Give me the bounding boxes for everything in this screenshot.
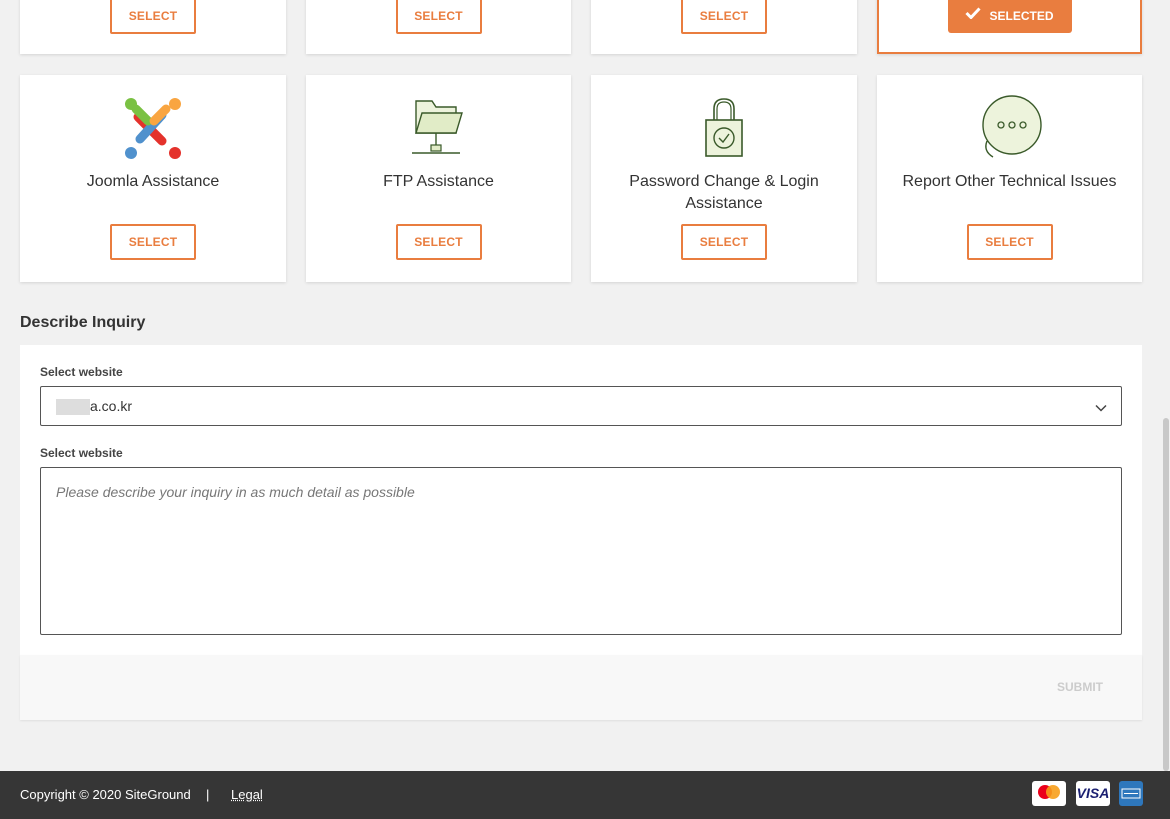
card-title: Password Change & Login Assistance: [629, 173, 819, 212]
service-card-top-2: SELECT: [306, 0, 571, 54]
description-label: Select website: [40, 446, 123, 460]
joomla-logo-icon: [118, 95, 188, 161]
description-textarea[interactable]: Please describe your inquiry in as much …: [40, 467, 1122, 635]
copyright-text: Copyright © 2020 SiteGround: [20, 787, 191, 802]
select-button[interactable]: SELECT: [395, 0, 482, 34]
visa-text: VISA: [1076, 785, 1110, 801]
select-button[interactable]: SELECT: [110, 224, 196, 260]
service-card-top-4-selected: SELECTED: [877, 0, 1142, 54]
website-label: Select website: [40, 365, 123, 379]
selected-button[interactable]: SELECTED: [947, 0, 1072, 33]
service-card-report: Report Other Technical Issues SELECT: [877, 75, 1142, 282]
ftp-folder-icon: [404, 95, 474, 161]
service-card-top-3: SELECT: [591, 0, 857, 54]
service-card-top-1: SELECT: [20, 0, 286, 54]
submit-button[interactable]: SUBMIT: [1045, 680, 1115, 698]
amex-icon: [1119, 781, 1143, 806]
card-title: Joomla Assistance: [86, 173, 220, 190]
visa-icon: VISA: [1076, 781, 1110, 806]
legal-link[interactable]: Legal: [231, 787, 263, 802]
service-card-ftp: FTP Assistance SELECT: [306, 75, 571, 282]
footer-separator: |: [206, 787, 210, 802]
page-footer: Copyright © 2020 SiteGround | Legal VISA: [0, 771, 1170, 819]
select-button[interactable]: SELECT: [681, 224, 767, 260]
scrollbar-thumb[interactable]: [1163, 418, 1169, 771]
website-value: a.co.kr: [90, 398, 133, 414]
redacted-text: [56, 399, 90, 415]
select-button[interactable]: SELECT: [110, 0, 196, 34]
card-title: Report Other Technical Issues: [902, 173, 1117, 190]
select-button[interactable]: SELECT: [395, 224, 482, 260]
select-button[interactable]: SELECT: [966, 224, 1053, 260]
selected-label: SELECTED: [989, 9, 1054, 23]
website-select[interactable]: a.co.kr: [40, 386, 1122, 426]
chevron-down-icon: [1095, 401, 1107, 419]
card-title: FTP Assistance: [383, 173, 494, 190]
chat-bubble-icon: [975, 95, 1045, 161]
service-card-joomla: Joomla Assistance SELECT: [20, 75, 286, 282]
section-title: Describe Inquiry: [20, 314, 146, 331]
checkmark-icon: [965, 0, 982, 32]
select-button[interactable]: SELECT: [681, 0, 767, 34]
form-footer: [20, 655, 1142, 720]
mastercard-icon: [1032, 781, 1066, 806]
padlock-icon: [689, 95, 759, 161]
service-card-password: Password Change & Login Assistance SELEC…: [591, 75, 857, 282]
